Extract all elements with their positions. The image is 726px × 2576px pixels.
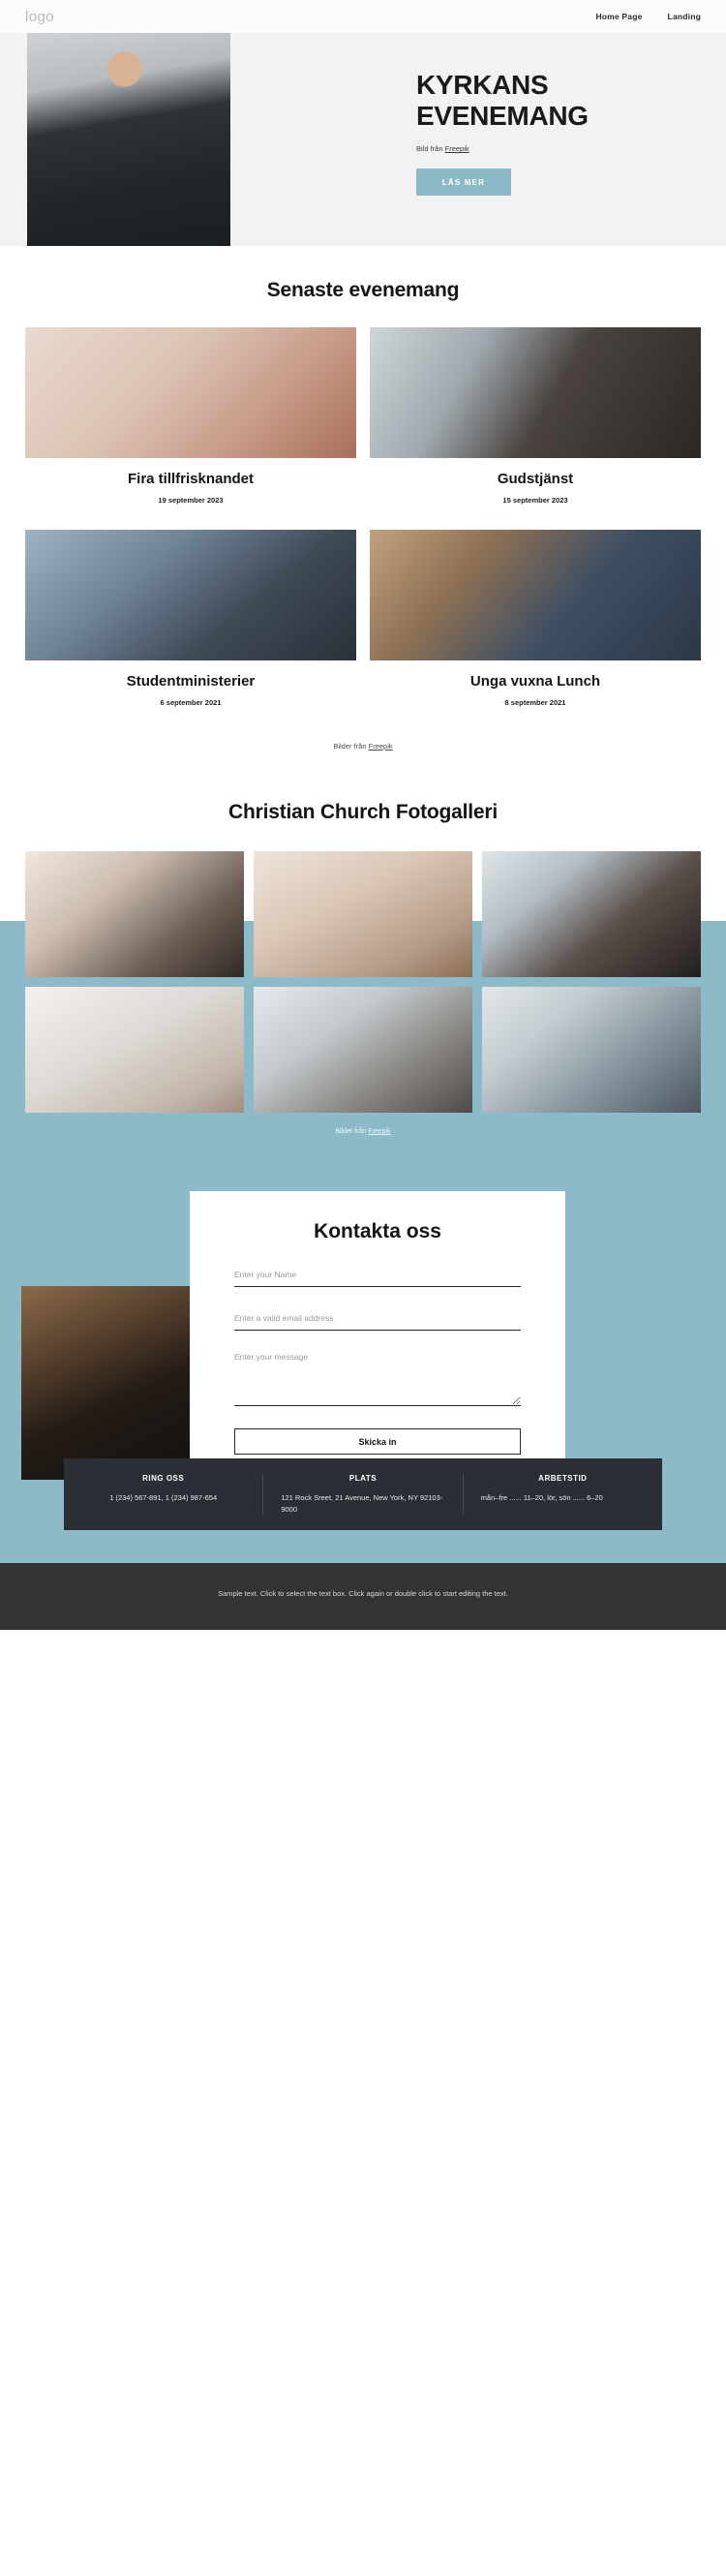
page-title: KYRKANS EVENEMANG <box>416 70 589 131</box>
field-email <box>234 1308 521 1331</box>
contact-section: Kontakta oss Skicka in Bild från Freepik… <box>0 1172 726 1564</box>
event-photo-pastor-holding-bible <box>370 327 701 458</box>
event-photo-adults-discussion <box>370 530 701 660</box>
events-grid: Fira tillfrisknandet 19 september 2023 G… <box>0 327 726 707</box>
gallery-photo-bearded-man-praying <box>254 987 472 1113</box>
contact-image <box>21 1286 196 1480</box>
hero-image-credit: Bild från Freepik <box>416 144 697 153</box>
gallery-credit-prefix: Bilder från <box>335 1128 369 1135</box>
page-root: logo Home Page Landing KYRKANS EVENEMANG… <box>0 0 726 1630</box>
hero-credit-link[interactable]: Freepik <box>445 144 469 153</box>
hero-credit-prefix: Bild från <box>416 144 445 154</box>
nav-item-home-page[interactable]: Home Page <box>595 12 642 21</box>
event-card[interactable]: Studentministerier 6 september 2021 <box>25 530 356 707</box>
event-name: Fira tillfrisknandet <box>127 471 255 487</box>
gallery-item[interactable] <box>482 851 701 977</box>
gallery-section: Christian Church Fotogalleri Bilder från… <box>0 758 726 1233</box>
info-heading: PLATS <box>348 1474 378 1483</box>
event-name: Gudstjänst <box>497 471 574 487</box>
gallery-item[interactable] <box>254 851 472 977</box>
event-date: 19 september 2023 <box>158 496 224 505</box>
logo[interactable]: logo <box>25 9 54 25</box>
gallery-photo-two-women-praying <box>254 851 472 977</box>
gallery-title: Christian Church Fotogalleri <box>228 801 498 823</box>
events-credit-link[interactable]: Freepik <box>369 742 393 751</box>
event-date: 6 september 2021 <box>160 698 222 707</box>
main-nav: Home Page Landing <box>595 12 701 21</box>
gallery-content: Christian Church Fotogalleri Bilder från… <box>0 801 726 1172</box>
hero-image <box>27 33 230 246</box>
gallery-photo-man-in-thought <box>482 851 701 977</box>
submit-button[interactable]: Skicka in <box>234 1428 521 1455</box>
info-body: mån–fre ...... 11–20, lör, sön ...... 6–… <box>480 1493 603 1502</box>
site-footer: Sample text. Click to select the text bo… <box>0 1563 726 1630</box>
nav-item-landing[interactable]: Landing <box>668 12 701 21</box>
read-more-button[interactable]: LÄS MER <box>416 169 511 197</box>
hero-section: KYRKANS EVENEMANG Bild från Freepik LÄS … <box>0 33 726 246</box>
event-photo-group-hug <box>25 530 356 660</box>
event-photo-praying-girl <box>25 327 356 458</box>
info-column-location: PLATS 121 Rock Sreet, 21 Avenue, New Yor… <box>262 1474 462 1516</box>
gallery-item[interactable] <box>482 987 701 1113</box>
contact-title: Kontakta oss <box>314 1220 441 1242</box>
message-textarea[interactable] <box>234 1352 521 1406</box>
event-card[interactable]: Fira tillfrisknandet 19 september 2023 <box>25 327 356 505</box>
events-title: Senaste evenemang <box>266 279 460 301</box>
event-card[interactable]: Unga vuxna Lunch 8 september 2021 <box>370 530 701 707</box>
field-message <box>234 1352 521 1411</box>
event-thumbnail[interactable] <box>370 327 701 458</box>
info-body: 121 Rock Sreet, 21 Avenue, New York, NY … <box>281 1493 443 1514</box>
gallery-item[interactable] <box>25 851 244 977</box>
gallery-photo-hands-on-bible <box>25 851 244 977</box>
gallery-photo-young-couple-praying <box>482 987 701 1113</box>
events-credit-prefix: Bilder från <box>333 742 369 751</box>
events-credit: Bilder från Freepik <box>0 742 726 751</box>
gallery-credit-link[interactable]: Freepik <box>368 1128 390 1135</box>
events-section: Senaste evenemang Fira tillfrisknandet 1… <box>0 246 726 758</box>
contact-bottom-space <box>0 1530 726 1564</box>
gallery-item[interactable] <box>25 987 244 1113</box>
email-input[interactable] <box>234 1313 521 1331</box>
gallery-photo-folded-hands-closeup <box>25 987 244 1113</box>
info-body: 1 (234) 567-891, 1 (234) 987-654 <box>109 1493 218 1502</box>
hero-image-photo <box>27 33 230 246</box>
field-name <box>234 1265 521 1287</box>
event-thumbnail[interactable] <box>370 530 701 660</box>
info-heading: ARBETSTID <box>538 1474 588 1483</box>
footer-sample-text[interactable]: Sample text. Click to select the text bo… <box>213 1588 513 1601</box>
site-header: logo Home Page Landing <box>0 0 726 33</box>
gallery-credit: Bilder från Freepik <box>25 1128 701 1172</box>
event-date: 15 september 2023 <box>502 496 568 505</box>
info-column-working-hours: ARBETSTID mån–fre ...... 11–20, lör, sön… <box>462 1474 662 1516</box>
info-heading: RING OSS <box>142 1474 185 1483</box>
name-input[interactable] <box>234 1270 521 1287</box>
info-bar: RING OSS 1 (234) 567-891, 1 (234) 987-65… <box>64 1458 662 1531</box>
event-name: Unga vuxna Lunch <box>469 673 601 690</box>
event-date: 8 september 2021 <box>504 698 566 707</box>
contact-photo-bible-on-wooden-table <box>21 1286 196 1480</box>
event-thumbnail[interactable] <box>25 327 356 458</box>
hero-copy: KYRKANS EVENEMANG Bild från Freepik LÄS … <box>416 70 697 197</box>
event-thumbnail[interactable] <box>25 530 356 660</box>
event-card[interactable]: Gudstjänst 15 september 2023 <box>370 327 701 505</box>
event-name: Studentministerier <box>126 673 256 690</box>
gallery-grid <box>25 851 701 1113</box>
gallery-item[interactable] <box>254 987 472 1113</box>
info-column-call-us: RING OSS 1 (234) 567-891, 1 (234) 987-65… <box>64 1474 262 1515</box>
